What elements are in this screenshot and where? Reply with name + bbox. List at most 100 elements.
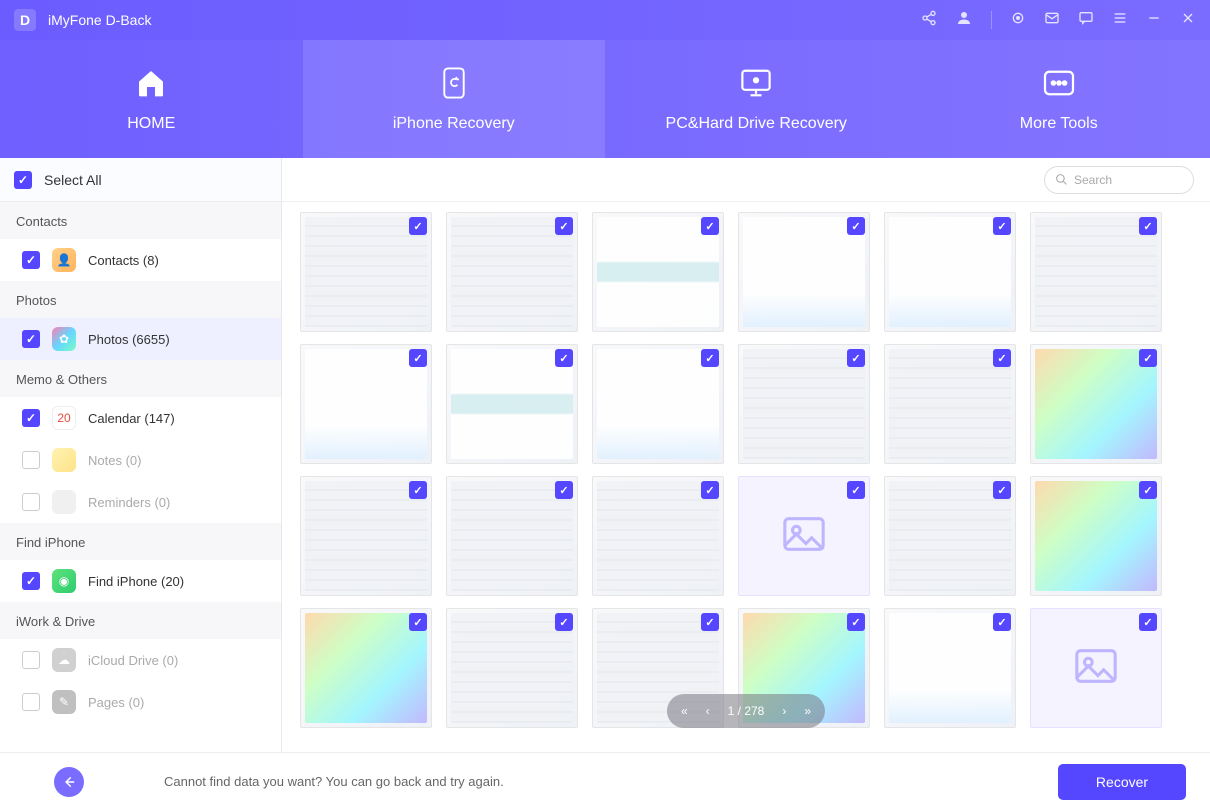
thumb-check-icon[interactable] [993, 613, 1011, 631]
tab-home[interactable]: HOME [0, 40, 303, 158]
thumb-check-icon[interactable] [555, 481, 573, 499]
checkbox[interactable] [22, 693, 40, 711]
sidebar-item-find-iphone[interactable]: ◉ Find iPhone (20) [0, 560, 281, 602]
thumb-check-icon[interactable] [701, 481, 719, 499]
thumb-check-icon[interactable] [1139, 481, 1157, 499]
photo-thumbnail[interactable] [884, 476, 1016, 596]
photo-thumbnail[interactable] [300, 344, 432, 464]
pages-icon: ✎ [52, 690, 76, 714]
reminders-icon [52, 490, 76, 514]
section-memo: Memo & Others [0, 360, 281, 397]
minimize-icon[interactable] [1146, 10, 1162, 31]
arrow-left-icon [62, 775, 76, 789]
pager-first-icon[interactable]: « [681, 704, 688, 718]
section-find-iphone: Find iPhone [0, 523, 281, 560]
sidebar-item-reminders[interactable]: Reminders (0) [0, 481, 281, 523]
settings-icon[interactable] [1010, 10, 1026, 31]
recover-button[interactable]: Recover [1058, 764, 1186, 800]
sidebar-item-icloud[interactable]: ☁ iCloud Drive (0) [0, 639, 281, 681]
close-icon[interactable] [1180, 10, 1196, 31]
thumb-check-icon[interactable] [993, 349, 1011, 367]
search-input[interactable]: Search [1044, 166, 1194, 194]
thumb-check-icon[interactable] [993, 217, 1011, 235]
pager-last-icon[interactable]: » [804, 704, 811, 718]
photo-thumbnail[interactable] [1030, 212, 1162, 332]
notes-icon [52, 448, 76, 472]
photo-thumbnail[interactable] [884, 344, 1016, 464]
image-placeholder-icon [1073, 646, 1119, 686]
tab-pc-recovery[interactable]: PC&Hard Drive Recovery [605, 40, 908, 158]
thumb-check-icon[interactable] [409, 613, 427, 631]
thumb-check-icon[interactable] [701, 613, 719, 631]
select-all-checkbox[interactable] [14, 171, 32, 189]
checkbox[interactable] [22, 493, 40, 511]
thumb-check-icon[interactable] [701, 349, 719, 367]
tab-iphone-recovery[interactable]: iPhone Recovery [303, 40, 606, 158]
photo-thumbnail[interactable] [446, 344, 578, 464]
label: iCloud Drive (0) [88, 653, 178, 668]
label: Calendar (147) [88, 411, 175, 426]
label: Notes (0) [88, 453, 141, 468]
thumb-check-icon[interactable] [409, 481, 427, 499]
grid-row [300, 212, 1192, 332]
top-navigation: HOME iPhone Recovery PC&Hard Drive Recov… [0, 40, 1210, 158]
sidebar-item-notes[interactable]: Notes (0) [0, 439, 281, 481]
search-icon [1055, 173, 1068, 186]
thumb-check-icon[interactable] [555, 613, 573, 631]
thumb-check-icon[interactable] [701, 217, 719, 235]
photo-thumbnail[interactable] [738, 344, 870, 464]
share-icon[interactable] [921, 10, 937, 31]
checkbox[interactable] [22, 409, 40, 427]
thumb-check-icon[interactable] [409, 217, 427, 235]
checkbox[interactable] [22, 251, 40, 269]
mail-icon[interactable] [1044, 10, 1060, 31]
thumb-check-icon[interactable] [847, 613, 865, 631]
thumb-check-icon[interactable] [1139, 349, 1157, 367]
thumb-check-icon[interactable] [555, 349, 573, 367]
sidebar-item-photos[interactable]: ✿ Photos (6655) [0, 318, 281, 360]
photo-thumbnail[interactable] [446, 608, 578, 728]
photo-thumbnail[interactable] [300, 476, 432, 596]
thumb-check-icon[interactable] [847, 349, 865, 367]
pager-prev-icon[interactable]: ‹ [706, 704, 710, 718]
thumb-check-icon[interactable] [555, 217, 573, 235]
photo-thumbnail[interactable] [738, 212, 870, 332]
photo-thumbnail[interactable] [884, 608, 1016, 728]
photo-thumbnail[interactable] [592, 344, 724, 464]
thumb-check-icon[interactable] [993, 481, 1011, 499]
back-button[interactable] [54, 767, 84, 797]
footer: Cannot find data you want? You can go ba… [0, 752, 1210, 810]
thumb-check-icon[interactable] [847, 217, 865, 235]
sidebar-item-contacts[interactable]: 👤 Contacts (8) [0, 239, 281, 281]
pager-next-icon[interactable]: › [782, 704, 786, 718]
checkbox[interactable] [22, 651, 40, 669]
thumb-check-icon[interactable] [1139, 613, 1157, 631]
photo-thumbnail[interactable] [1030, 344, 1162, 464]
sidebar-item-pages[interactable]: ✎ Pages (0) [0, 681, 281, 723]
tab-more-tools[interactable]: More Tools [908, 40, 1210, 158]
tab-pc-label: PC&Hard Drive Recovery [666, 115, 847, 133]
checkbox[interactable] [22, 451, 40, 469]
checkbox[interactable] [22, 330, 40, 348]
thumb-check-icon[interactable] [409, 349, 427, 367]
feedback-icon[interactable] [1078, 10, 1094, 31]
photo-thumbnail[interactable] [1030, 476, 1162, 596]
photo-thumbnail[interactable] [592, 476, 724, 596]
thumb-check-icon[interactable] [847, 481, 865, 499]
label: Reminders (0) [88, 495, 170, 510]
sidebar-item-calendar[interactable]: 20 Calendar (147) [0, 397, 281, 439]
photo-thumbnail[interactable] [446, 476, 578, 596]
photo-thumbnail[interactable] [300, 212, 432, 332]
photo-thumbnail[interactable] [884, 212, 1016, 332]
thumb-check-icon[interactable] [1139, 217, 1157, 235]
photo-thumbnail-placeholder[interactable] [738, 476, 870, 596]
account-icon[interactable] [955, 9, 973, 32]
grid-row [300, 476, 1192, 596]
photo-thumbnail-placeholder[interactable] [1030, 608, 1162, 728]
photo-thumbnail[interactable] [300, 608, 432, 728]
select-all-row[interactable]: Select All [0, 158, 281, 202]
photo-thumbnail[interactable] [592, 212, 724, 332]
checkbox[interactable] [22, 572, 40, 590]
photo-thumbnail[interactable] [446, 212, 578, 332]
menu-icon[interactable] [1112, 10, 1128, 31]
